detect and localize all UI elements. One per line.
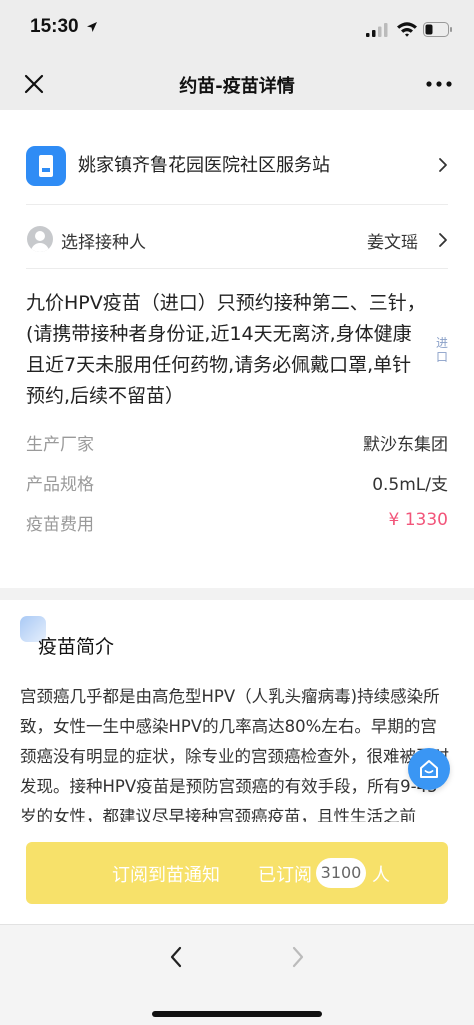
import-tag: 进口 xyxy=(436,336,449,364)
status-bar: 15:30 xyxy=(0,0,474,58)
divider xyxy=(26,268,448,269)
wifi-icon xyxy=(397,22,417,37)
info-value: 默沙东集团 xyxy=(363,435,448,455)
clinic-row[interactable]: 姚家镇齐鲁花园医院社区服务站 xyxy=(0,138,474,192)
recipient-name: 姜文瑶 xyxy=(367,233,418,253)
subscribe-label: 订阅到苗通知 xyxy=(112,865,220,886)
price-value: ¥ 1330 xyxy=(388,510,448,530)
intro-text: 宫颈癌几乎都是由高危型HPV（人乳头瘤病毒)持续感染所致，女性一生中感染HPV的… xyxy=(20,687,449,822)
intro-card: 疫苗简介 宫颈癌几乎都是由高危型HPV（人乳头瘤病毒)持续感染所致，女性一生中感… xyxy=(0,600,474,822)
subscribe-button[interactable]: 订阅到苗通知 已订阅 3100 人 xyxy=(26,842,448,904)
browser-toolbar xyxy=(0,924,474,1025)
subscriber-suffix: 人 xyxy=(372,865,390,886)
recipient-label: 选择接种人 xyxy=(61,233,146,253)
info-row-manufacturer: 生产厂家 默沙东集团 xyxy=(26,430,448,456)
vaccine-detail-card: 姚家镇齐鲁花园医院社区服务站 选择接种人 姜文瑶 九价HPV疫苗（进口）只预约接… xyxy=(0,110,474,588)
nav-bar: 约苗-疫苗详情 xyxy=(0,58,474,110)
chevron-right-icon xyxy=(439,158,447,172)
home-icon xyxy=(420,760,438,778)
subscribe-area: 订阅到苗通知 已订阅 3100 人 xyxy=(0,822,474,924)
recipient-row[interactable]: 选择接种人 姜文瑶 xyxy=(0,214,474,266)
signal-icon xyxy=(366,23,388,37)
status-time: 15:30 xyxy=(30,16,79,37)
vaccine-description: 九价HPV疫苗（进口）只预约接种第二、三针，(请携带接种者身份证,近14天无离济… xyxy=(26,292,426,407)
clinic-icon xyxy=(26,146,66,186)
subscribed-prefix: 已订阅 xyxy=(258,865,312,886)
info-label: 生产厂家 xyxy=(26,435,94,455)
battery-icon xyxy=(423,22,452,37)
info-label: 疫苗费用 xyxy=(26,515,94,535)
divider xyxy=(26,204,448,205)
back-arrow-icon[interactable] xyxy=(168,945,184,969)
chevron-right-icon xyxy=(439,233,447,247)
location-arrow-icon xyxy=(87,22,97,32)
forward-arrow-icon[interactable] xyxy=(290,945,306,969)
more-icon[interactable] xyxy=(424,79,454,89)
info-value: 0.5mL/支 xyxy=(372,475,448,495)
info-row-spec: 产品规格 0.5mL/支 xyxy=(26,470,448,496)
clinic-name: 姚家镇齐鲁花园医院社区服务站 xyxy=(78,155,330,176)
info-label: 产品规格 xyxy=(26,475,94,495)
intro-title: 疫苗简介 xyxy=(38,636,115,658)
avatar-icon xyxy=(27,226,53,252)
subscriber-count: 3100 xyxy=(316,858,366,888)
home-button[interactable] xyxy=(408,748,450,790)
page-title: 约苗-疫苗详情 xyxy=(179,76,295,97)
home-indicator xyxy=(152,1011,322,1017)
info-row-price: 疫苗费用 ¥ 1330 xyxy=(26,510,448,536)
